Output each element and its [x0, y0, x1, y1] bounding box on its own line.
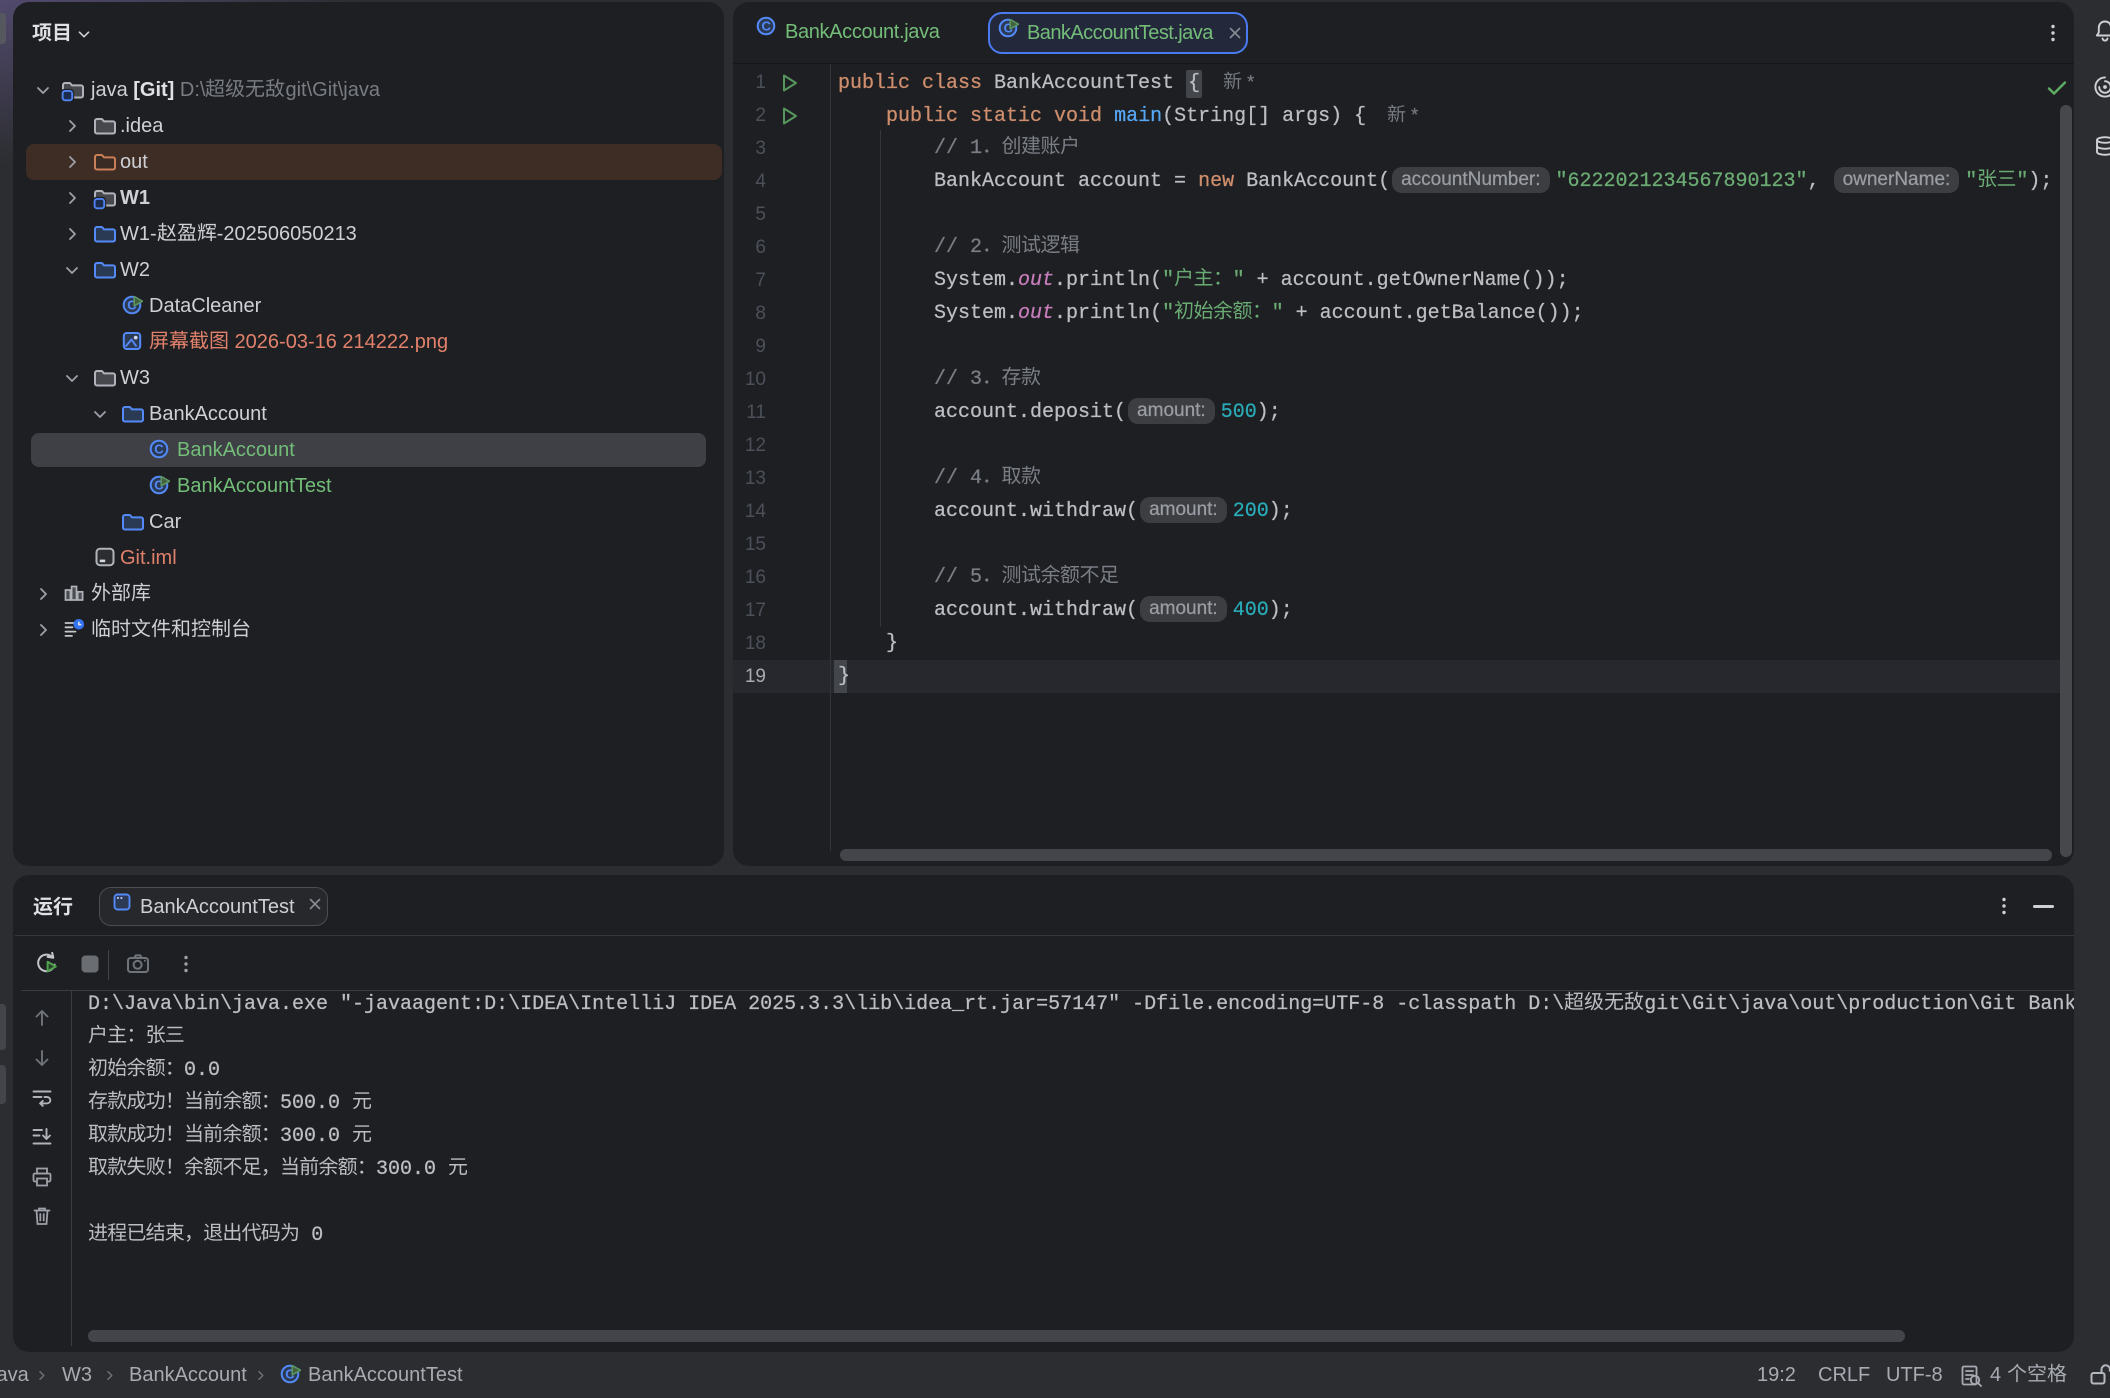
svg-text:C: C	[761, 19, 771, 34]
svg-text:C: C	[154, 442, 164, 457]
